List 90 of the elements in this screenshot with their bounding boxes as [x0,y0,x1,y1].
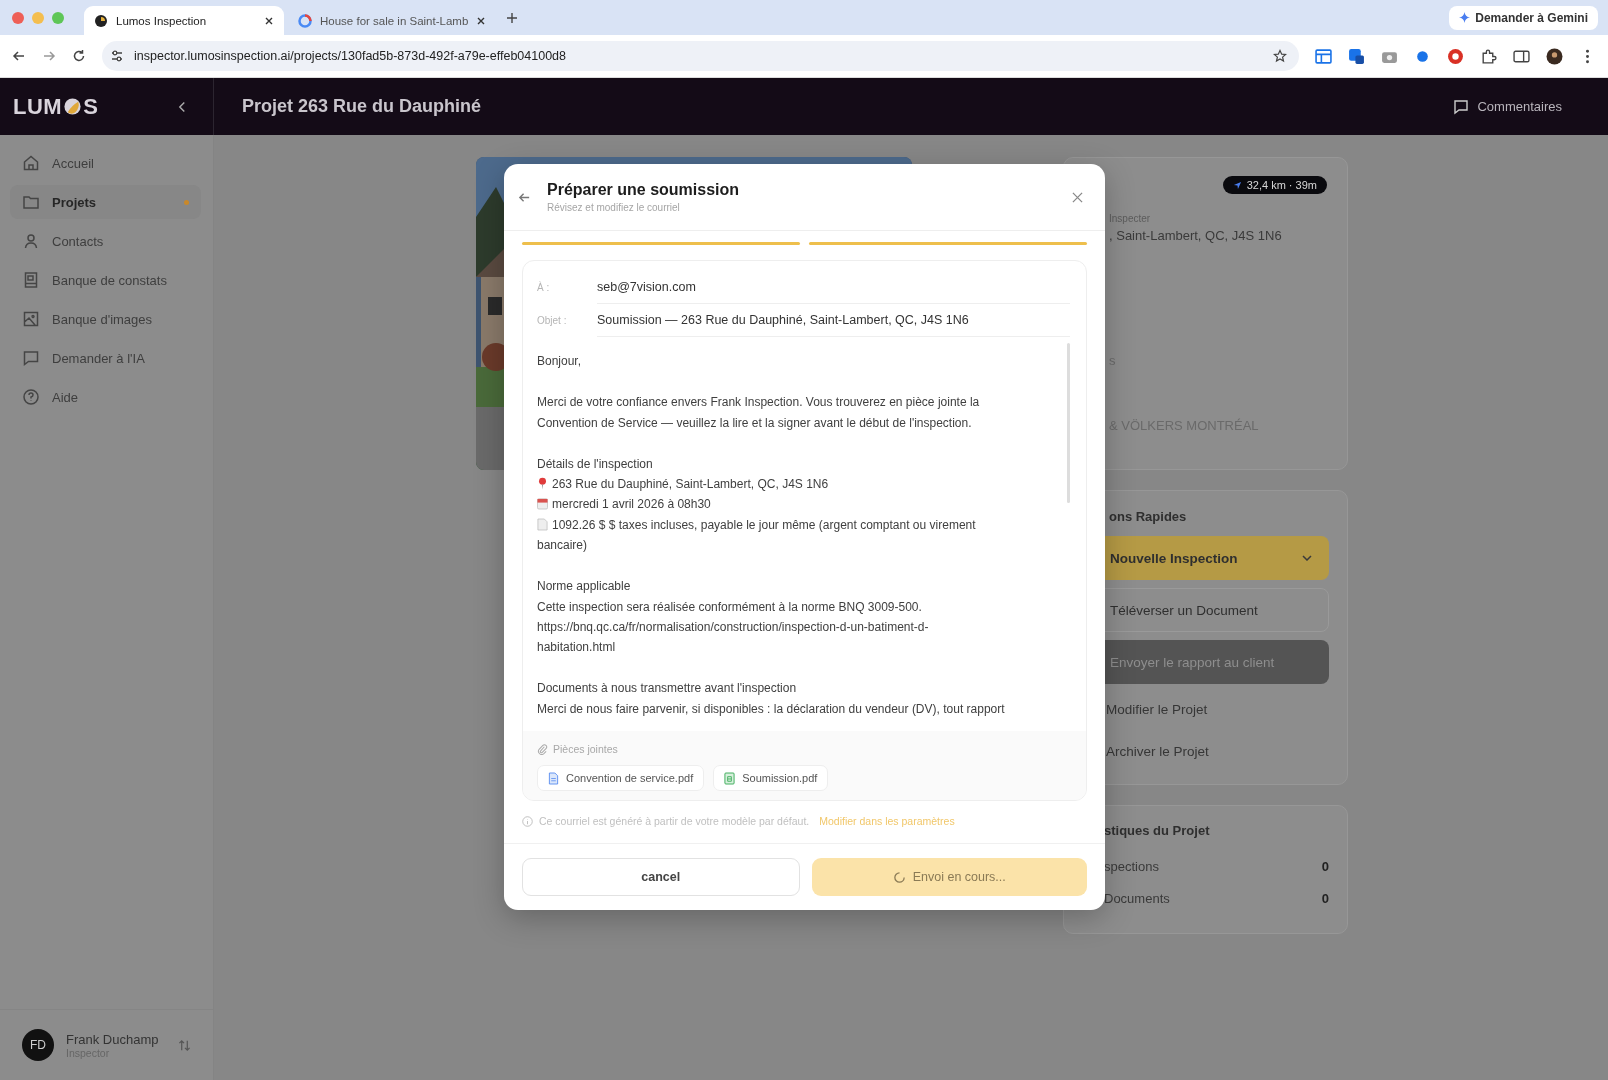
sidebar-item[interactable]: Banque d'images [10,302,201,336]
message-text: 1092.26 $ $ taxes incluses, payable le jour même (argent comptant ou virement [552,517,976,532]
sidebar-item[interactable]: Aide [10,380,201,414]
help-icon [22,388,40,406]
sparkle-icon[interactable] [1459,12,1471,23]
message-text: Documents à nous transmettre avant l'inspection [537,681,797,696]
sidebar-icon[interactable] [1513,47,1530,65]
message-text: Norme applicable [537,579,631,594]
browser-tab[interactable]: House for sale in Saint-Lamb [288,6,497,35]
comments-button[interactable]: Commentaires [1447,97,1568,116]
navigation-icon [1232,180,1242,190]
dialog-title: Préparer une soumission [547,181,741,200]
field-label: À : [537,282,551,294]
calendar-icon [537,497,548,511]
paperclip-icon [537,743,548,755]
message-text: 263 Rue du Dauphiné, Saint-Lambert, QC, J4S 1N6 [552,477,829,491]
pin-icon [537,477,548,490]
message-text: Merci de votre confiance envers Frank Inspection. Vous trouverez en pièce jointe la Convention de Service — veuillez la lire et la signer avant le début de l'inspection. [537,395,980,430]
profile-avatar-icon[interactable] [1546,47,1563,65]
puzzle-icon[interactable] [1480,47,1497,65]
user-avatar[interactable]: FD [22,1029,54,1061]
back-icon[interactable] [12,49,26,63]
address-bar[interactable]: inspector.lumosinspection.ai/projects/130fad5b-873d-492f-a79e-effeb04100d8 [102,41,1299,71]
switch-account-icon[interactable] [178,1038,191,1052]
message-text: Bonjour, [537,354,582,369]
recipient-field[interactable]: seb@7vision.com [597,271,1070,305]
close-icon[interactable] [264,15,274,26]
logo-text: LUM [13,93,63,120]
distance-text: 32,4 km · 39m [1246,179,1317,191]
document-icon [548,771,559,785]
message-text: Merci de nous faire parvenir, si disponibles : la déclaration du vendeur (DV), tout rapport [537,701,1005,716]
attachments-label: Pièces jointes [553,743,618,756]
reload-icon[interactable] [72,49,86,63]
extension-icon[interactable] [1348,47,1365,65]
image-icon [22,310,40,328]
action-button[interactable]: Archiver le Projet [1081,734,1329,768]
close-window-button[interactable] [12,11,24,24]
stat-value: 0 [1321,891,1329,906]
message-text: bancaire) [537,538,588,553]
stat-label: Documents [1104,891,1170,906]
gemini-button[interactable]: Demander à Gemini [1449,5,1598,30]
browser-tab[interactable]: Lumos Inspection [84,6,284,35]
card-title: stiques du Projet [1104,823,1211,838]
template-note: Ce courriel est généré à partir de votre modèle par défaut. [539,815,810,827]
document-icon [537,517,548,531]
book-icon [22,271,40,289]
collapse-chevron-icon[interactable] [178,100,187,113]
logo-text: S [83,93,99,120]
stat-label: spections [1104,859,1159,874]
chevron-down-icon[interactable] [1302,555,1312,561]
chat-icon [22,349,40,367]
site-settings-icon[interactable] [110,49,124,63]
sidebar-item[interactable]: Contacts [10,224,201,258]
action-button[interactable]: Modifier le Projet [1081,692,1329,726]
panel-icon[interactable] [1315,47,1332,65]
card-title: ons Rapides [1109,509,1188,524]
attachment-chip[interactable]: Soumission.pdf [713,765,829,792]
home-icon [22,154,40,172]
logo-icon [94,13,108,28]
record-icon[interactable] [1447,47,1464,65]
comment-icon[interactable] [1453,98,1470,115]
close-icon[interactable] [476,15,487,26]
sidebar-item[interactable]: Demander à l'IA [10,341,201,375]
message-text: https://bnq.qc.ca/fr/normalisation/construction/inspection-d-un-batiment-d- habitation.html [537,619,929,655]
sidebar-item[interactable]: Accueil [10,146,201,180]
person-icon [22,232,40,250]
spinner-icon [892,870,906,884]
address-text: , Saint-Lambert, QC, J4S 1N6 [1109,228,1283,243]
bookmark-star-icon[interactable] [1273,49,1287,63]
send-button[interactable]: Envoi en cours... [811,858,1087,896]
swirl-icon [298,13,312,28]
attachment-chip[interactable]: Convention de service.pdf [537,765,705,792]
info-icon [522,815,533,827]
spreadsheet-icon [724,771,736,785]
page-title: Projet 263 Rue du Dauphiné [242,96,482,117]
logo-mark-icon [63,97,83,116]
new-tab-icon[interactable] [506,11,519,24]
message-text: Cette inspection sera réalisée conformément à la norme BNQ 3009-500. [537,599,922,614]
cancel-button[interactable]: cancel [522,858,800,896]
message-text: mercredi 1 avril 2026 à 08h30 [552,497,711,512]
forward-icon[interactable] [42,49,56,63]
dialog-subtitle: Révisez et modifiez le courriel [547,202,681,214]
message-text: Détails de l'inspection [537,456,653,471]
field-label: Objet : [537,315,568,327]
folder-icon [22,193,40,211]
sidebar-item[interactable]: Projets [10,185,201,219]
stat-value: 0 [1321,859,1329,874]
user-name: Frank Duchamp [66,1031,160,1047]
sidebar-item[interactable]: Banque de constats [10,263,201,297]
subject-field[interactable]: Soumission — 263 Rue du Dauphiné, Saint-Lambert, QC, J4S 1N6 [597,304,1070,338]
